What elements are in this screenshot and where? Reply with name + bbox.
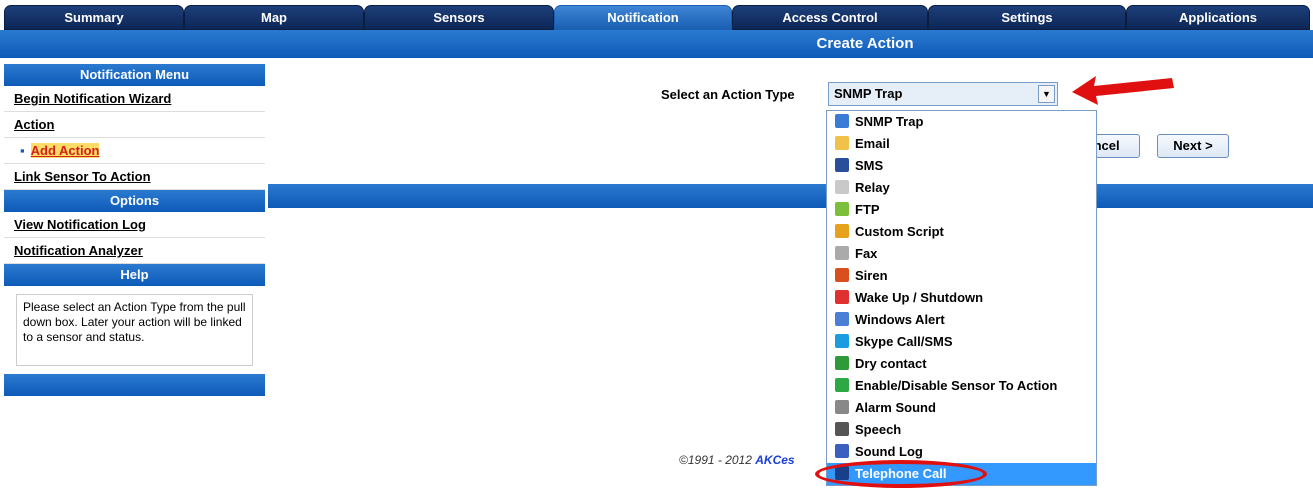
dropdown-option[interactable]: Skype Call/SMS [827,331,1096,353]
sidebar: Notification Menu Begin Notification Wiz… [4,64,265,396]
dropdown-option-label: Custom Script [855,224,944,239]
contact-icon [835,356,849,370]
network-icon [835,114,849,128]
dropdown-option[interactable]: SMS [827,155,1096,177]
help-text: Please select an Action Type from the pu… [16,294,253,366]
microphone-icon [835,444,849,458]
dropdown-option-label: Wake Up / Shutdown [855,290,984,305]
options-header: Options [4,190,265,212]
dropdown-option[interactable]: Wake Up / Shutdown [827,287,1096,309]
sidebar-item-add-action[interactable]: ▪ Add Action [4,138,265,164]
footer-link[interactable]: AKCes [755,453,794,467]
footer-text: ©1991 - 2012 [679,453,756,467]
dropdown-option[interactable]: FTP [827,199,1096,221]
dropdown-option-label: Dry contact [855,356,927,371]
dropdown-option[interactable]: Enable/Disable Sensor To Action [827,375,1096,397]
dropdown-option[interactable]: Speech [827,419,1096,441]
action-type-label: Select an Action Type [661,87,795,102]
sidebar-item-begin-wizard[interactable]: Begin Notification Wizard [4,86,265,112]
red-circle-annotation [815,460,987,488]
sidebar-footer-bar [4,374,265,396]
tab-notification[interactable]: Notification [554,5,732,30]
title-bar: Create Action [0,30,1313,58]
dropdown-option-label: Skype Call/SMS [855,334,953,349]
dropdown-option[interactable]: Email [827,133,1096,155]
dropdown-option-label: Speech [855,422,902,437]
tab-map[interactable]: Map [184,5,364,30]
sidebar-item-add-action-label: Add Action [30,143,100,158]
dropdown-option-label: Fax [855,246,878,261]
dropdown-option-label: Windows Alert [855,312,945,327]
tab-applications[interactable]: Applications [1126,5,1310,30]
content-band [268,184,1313,208]
dropdown-option[interactable]: Windows Alert [827,309,1096,331]
dropdown-option[interactable]: SNMP Trap [827,111,1096,133]
tab-sensors[interactable]: Sensors [364,5,554,30]
selected-value: SNMP Trap [834,86,903,101]
sidebar-item-analyzer[interactable]: Notification Analyzer [4,238,265,264]
dropdown-option[interactable]: Sound Log [827,441,1096,463]
ftp-icon [835,202,849,216]
dropdown-option-label: SNMP Trap [855,114,924,129]
dropdown-option[interactable]: Alarm Sound [827,397,1096,419]
sidebar-item-link-sensor[interactable]: Link Sensor To Action [4,164,265,190]
siren-icon [835,268,849,282]
pen-icon [835,224,849,238]
power-icon [835,290,849,304]
notification-menu-header: Notification Menu [4,64,265,86]
dropdown-option-label: SMS [855,158,884,173]
phone-icon [835,158,849,172]
dropdown-option[interactable]: Custom Script [827,221,1096,243]
speech-icon [835,422,849,436]
relay-icon [835,180,849,194]
tab-access-control[interactable]: Access Control [732,5,928,30]
skype-icon [835,334,849,348]
speaker-icon [835,400,849,414]
dropdown-option[interactable]: Relay [827,177,1096,199]
next-button[interactable]: Next > [1157,134,1229,158]
dropdown-option-label: Siren [855,268,888,283]
footer-copyright: ©1991 - 2012 AKCes [679,453,795,467]
help-header: Help [4,264,265,286]
tab-summary[interactable]: Summary [4,5,184,30]
envelope-icon [835,136,849,150]
windows-icon [835,312,849,326]
dropdown-option-label: Email [855,136,890,151]
dropdown-option-label: Alarm Sound [855,400,936,415]
page-title: Create Action [816,35,914,52]
dropdown-option-label: Enable/Disable Sensor To Action [855,378,1058,393]
chevron-down-icon[interactable]: ▼ [1038,85,1055,103]
toggle-icon [835,378,849,392]
top-tab-bar: Summary Map Sensors Notification Access … [0,0,1313,30]
dropdown-option-label: Relay [855,180,890,195]
bullet-icon: ▪ [20,143,25,158]
sidebar-item-view-log[interactable]: View Notification Log [4,212,265,238]
action-type-dropdown-list[interactable]: SNMP Trap Email SMS Relay FTP Custom Script Fa… [826,110,1097,486]
dropdown-option-label: Sound Log [855,444,923,459]
action-type-select[interactable]: SNMP Trap ▼ [828,82,1058,106]
dropdown-option[interactable]: Dry contact [827,353,1096,375]
red-arrow-annotation [1072,76,1174,105]
fax-icon [835,246,849,260]
dropdown-option[interactable]: Siren [827,265,1096,287]
tab-settings[interactable]: Settings [928,5,1126,30]
dropdown-option-label: FTP [855,202,880,217]
dropdown-option[interactable]: Fax [827,243,1096,265]
sidebar-item-action[interactable]: Action [4,112,265,138]
